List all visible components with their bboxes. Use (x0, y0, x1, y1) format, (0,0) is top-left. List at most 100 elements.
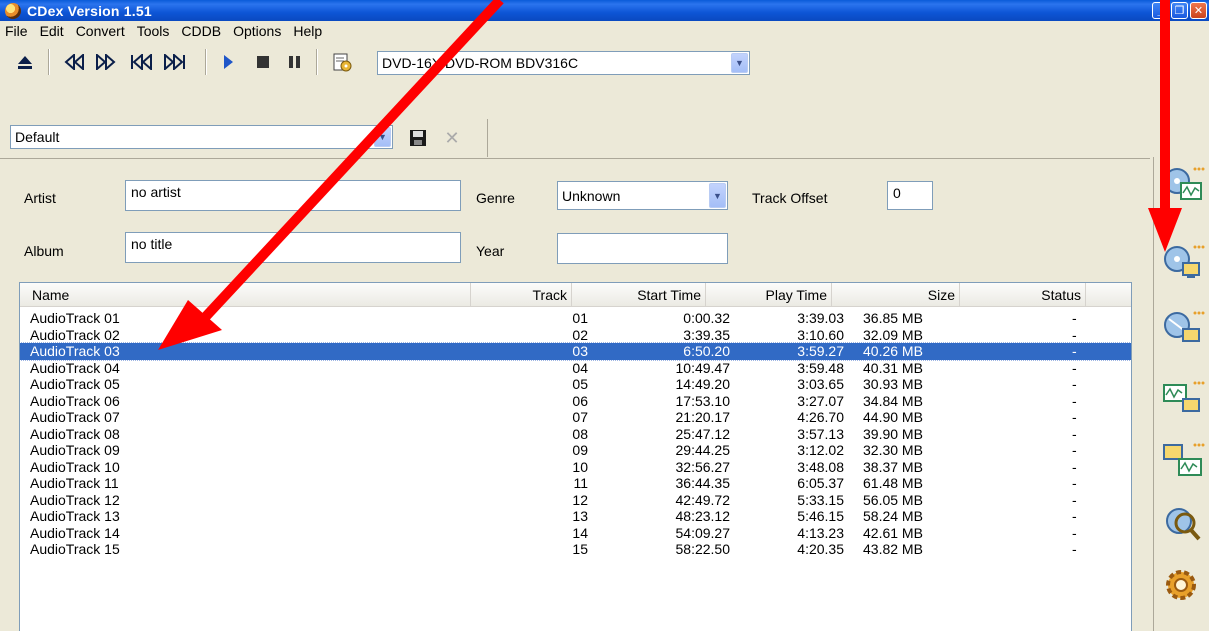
column-header-play-time[interactable]: Play Time (706, 283, 832, 307)
extract-cd-to-mp3-icon[interactable] (1161, 241, 1205, 285)
profile-value: Default (15, 129, 60, 145)
table-row[interactable]: AudioTrack 09 09 29:44.25 3:12.02 32.30 MB - (20, 442, 1131, 459)
track-name-cell: AudioTrack 04 (30, 359, 120, 376)
convert-wav-to-mp3-icon[interactable] (1161, 377, 1205, 421)
play-time-cell: 3:27.07 (797, 392, 844, 409)
table-row[interactable]: AudioTrack 03 03 6:50.20 3:59.27 40.26 MB - (20, 342, 1131, 361)
start-time-cell: 25:47.12 (675, 425, 731, 442)
cd-drive-value: DVD-16X DVD-ROM BDV316C (382, 55, 579, 71)
year-field[interactable] (557, 233, 728, 264)
track-name-cell: AudioTrack 14 (30, 524, 120, 541)
track-number-cell: 04 (572, 359, 588, 376)
status-cell: - (1072, 491, 1077, 508)
table-row[interactable]: AudioTrack 04 04 10:49.47 3:59.48 40.31 MB - (20, 360, 1131, 377)
column-header-track[interactable]: Track (471, 283, 572, 307)
size-cell: 30.93 MB (863, 376, 923, 392)
chevron-down-icon[interactable]: ▼ (374, 127, 391, 147)
eject-icon[interactable] (14, 51, 36, 73)
status-cell: - (1072, 524, 1077, 541)
chevron-down-icon[interactable]: ▼ (709, 183, 726, 208)
play-time-cell: 6:05.37 (797, 475, 844, 491)
genre-select[interactable]: Unknown ▼ (557, 181, 728, 210)
track-number-cell: 06 (572, 392, 588, 409)
menu-file[interactable]: File (0, 23, 35, 39)
track-rows: AudioTrack 01 01 0:00.32 3:39.03 36.85 MB - Au… (20, 310, 1131, 558)
menu-edit[interactable]: Edit (35, 23, 71, 39)
track-offset-field[interactable]: 0 (887, 181, 933, 210)
start-time-cell: 36:44.35 (675, 475, 731, 491)
table-row[interactable]: AudioTrack 06 06 17:53.10 3:27.07 34.84 MB - (20, 393, 1131, 410)
table-row[interactable]: AudioTrack 01 01 0:00.32 3:39.03 36.85 MB - (20, 310, 1131, 327)
minimize-button[interactable]: _ (1152, 2, 1169, 19)
table-row[interactable]: AudioTrack 02 02 3:39.35 3:10.60 32.09 MB - (20, 327, 1131, 344)
play-icon[interactable] (218, 51, 238, 73)
table-row[interactable]: AudioTrack 08 08 25:47.12 3:57.13 39.90 MB - (20, 426, 1131, 443)
track-name-cell: AudioTrack 09 (30, 442, 120, 458)
pause-icon[interactable] (285, 51, 305, 73)
menu-convert[interactable]: Convert (71, 23, 132, 39)
start-time-cell: 54:09.27 (675, 524, 731, 541)
convert-mp3-to-wav-icon[interactable] (1161, 439, 1205, 483)
column-header-name[interactable]: Name (20, 283, 471, 307)
play-time-cell: 3:12.02 (797, 442, 844, 458)
column-header-start-time[interactable]: Start Time (572, 283, 706, 307)
fast-rewind-icon[interactable] (62, 51, 88, 73)
menu-help[interactable]: Help (288, 23, 329, 39)
start-time-cell: 3:39.35 (683, 326, 730, 343)
column-header-status[interactable]: Status (960, 283, 1086, 307)
play-time-cell: 4:13.23 (797, 524, 844, 541)
column-header-size[interactable]: Size (832, 283, 960, 307)
table-row[interactable]: AudioTrack 15 15 58:22.50 4:20.35 43.82 MB - (20, 541, 1131, 558)
table-row[interactable]: AudioTrack 11 11 36:44.35 6:05.37 61.48 MB - (20, 475, 1131, 492)
extract-cd-to-wav-icon[interactable] (1161, 163, 1205, 207)
track-name-cell: AudioTrack 10 (30, 458, 120, 475)
track-name-cell: AudioTrack 03 (30, 343, 120, 359)
save-icon[interactable] (407, 127, 429, 149)
table-row[interactable]: AudioTrack 13 13 48:23.12 5:46.15 58.24 MB - (20, 508, 1131, 525)
size-cell: 43.82 MB (863, 541, 923, 557)
table-row[interactable]: AudioTrack 05 05 14:49.20 3:03.65 30.93 MB - (20, 376, 1131, 393)
chevron-down-icon[interactable]: ▼ (731, 53, 748, 73)
start-time-cell: 29:44.25 (675, 442, 731, 458)
track-number-cell: 01 (572, 310, 588, 326)
settings-gear-icon[interactable] (1161, 563, 1205, 607)
status-cell: - (1072, 359, 1077, 376)
delete-icon[interactable]: ✕ (441, 127, 463, 149)
toolbar-separator (205, 49, 207, 75)
maximize-button[interactable]: ❐ (1171, 2, 1188, 19)
track-name-cell: AudioTrack 12 (30, 491, 120, 508)
artist-field[interactable]: no artist (125, 180, 461, 211)
cd-info-search-icon[interactable] (1161, 503, 1205, 547)
close-button[interactable]: ✕ (1190, 2, 1207, 19)
menu-tools[interactable]: Tools (132, 23, 177, 39)
table-row[interactable]: AudioTrack 07 07 21:20.17 4:26.70 44.90 MB - (20, 409, 1131, 426)
next-track-icon[interactable] (160, 51, 188, 73)
track-name-cell: AudioTrack 05 (30, 376, 120, 392)
cd-drive-select[interactable]: DVD-16X DVD-ROM BDV316C ▼ (377, 51, 750, 75)
track-number-cell: 09 (572, 442, 588, 458)
size-cell: 42.61 MB (863, 524, 923, 541)
stop-icon[interactable] (253, 51, 273, 73)
profile-select[interactable]: Default ▼ (10, 125, 393, 149)
previous-track-icon[interactable] (128, 51, 156, 73)
table-row[interactable]: AudioTrack 14 14 54:09.27 4:13.23 42.61 MB - (20, 525, 1131, 542)
track-name-cell: AudioTrack 07 (30, 409, 120, 425)
table-row[interactable]: AudioTrack 12 12 42:49.72 5:33.15 56.05 MB - (20, 492, 1131, 509)
play-time-cell: 4:20.35 (797, 541, 844, 557)
menu-cddb[interactable]: CDDB (176, 23, 228, 39)
cd-info-icon[interactable] (331, 51, 353, 73)
fast-forward-icon[interactable] (92, 51, 118, 73)
start-time-cell: 17:53.10 (675, 392, 731, 409)
track-list[interactable]: Name Track Start Time Play Time Size Sta… (19, 282, 1132, 631)
track-name-cell: AudioTrack 15 (30, 541, 120, 557)
album-field[interactable]: no title (125, 232, 461, 263)
extract-partial-track-icon[interactable] (1161, 307, 1205, 351)
status-cell: - (1072, 541, 1077, 557)
genre-label: Genre (476, 190, 515, 206)
table-row[interactable]: AudioTrack 10 10 32:56.27 3:48.08 38.37 MB - (20, 459, 1131, 476)
track-number-cell: 08 (572, 425, 588, 442)
track-number-cell: 12 (572, 491, 588, 508)
menu-options[interactable]: Options (228, 23, 288, 39)
start-time-cell: 6:50.20 (683, 343, 730, 359)
title-bar: CDex Version 1.51 _ ❐ ✕ (0, 0, 1209, 21)
